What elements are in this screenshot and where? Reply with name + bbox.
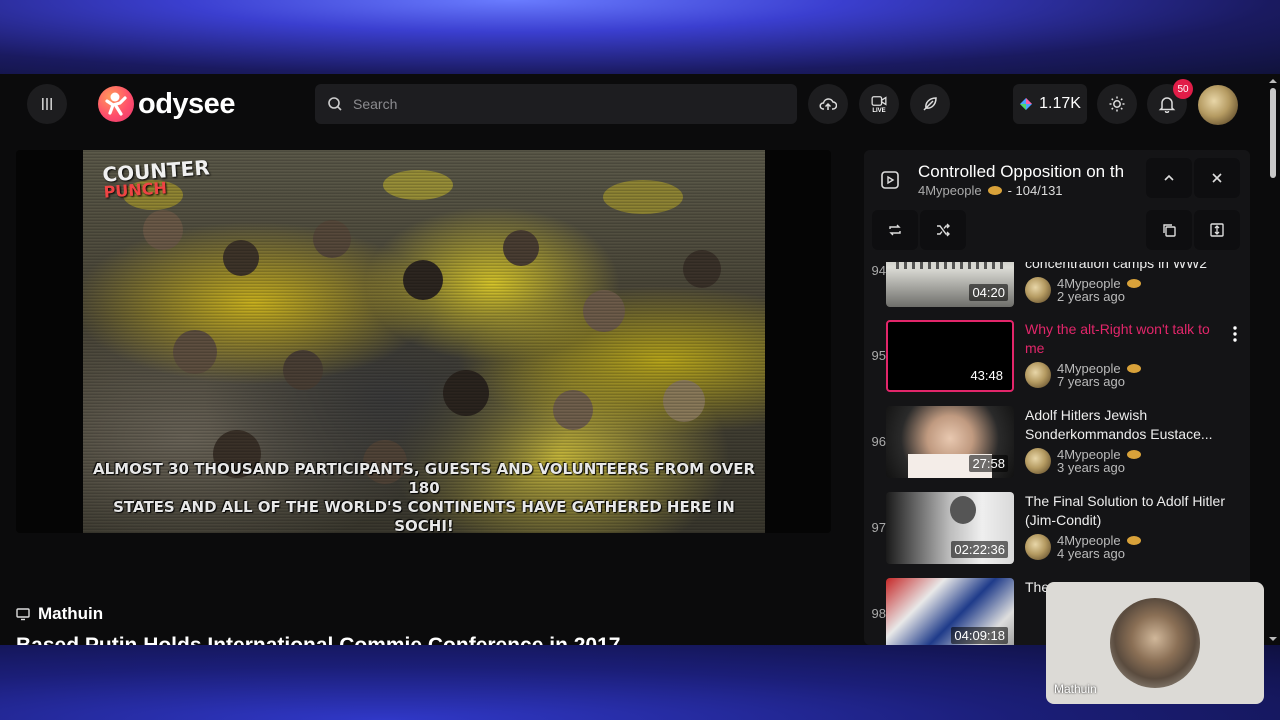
go-live-button[interactable]: LIVE xyxy=(859,84,899,124)
video-thumbnail[interactable]: 04:20 xyxy=(886,262,1014,307)
search-icon xyxy=(328,97,342,111)
more-options-icon[interactable] xyxy=(1229,324,1241,344)
playlist-item-title[interactable]: Adolf Hitlers Jewish Sonderkommandos Eus… xyxy=(1025,406,1225,444)
video-thumbnail[interactable]: 02:22:36 xyxy=(886,492,1014,564)
publish-post-button[interactable] xyxy=(910,84,950,124)
notification-count-badge: 50 xyxy=(1173,79,1193,99)
webcam-feed xyxy=(1110,598,1200,688)
channel-avatar[interactable] xyxy=(1025,362,1051,388)
webcam-name-label: Mathuin xyxy=(1054,682,1097,696)
theme-toggle-button[interactable] xyxy=(1097,84,1137,124)
video-title: Based Putin Holds International Commie C… xyxy=(16,634,620,645)
channel-avatar[interactable] xyxy=(1025,448,1051,474)
video-player[interactable]: COUNTER PUNCH ALMOST 30 THOUSAND PARTICI… xyxy=(16,150,831,533)
odysee-logo-icon xyxy=(98,86,134,122)
playlist-position: - 104/131 xyxy=(1007,183,1063,198)
video-thumbnail[interactable]: 04:09:18 xyxy=(886,578,1014,645)
bell-icon xyxy=(1158,97,1176,113)
odysee-logo[interactable]: odysee xyxy=(98,85,235,123)
user-avatar[interactable] xyxy=(1198,85,1238,125)
expand-playlist-button[interactable] xyxy=(1194,210,1240,250)
search-input[interactable] xyxy=(353,96,773,112)
creator-badge-icon xyxy=(1126,279,1141,288)
upload-button[interactable] xyxy=(808,84,848,124)
page-scrollbar[interactable] xyxy=(1266,74,1280,645)
shuffle-button[interactable] xyxy=(920,210,966,250)
loop-button[interactable] xyxy=(872,210,918,250)
playlist-item-title[interactable]: Actual Footage from German concentration… xyxy=(1025,262,1225,273)
live-label: LIVE xyxy=(872,107,886,114)
logo-text: odysee xyxy=(138,87,235,120)
creator-badge-icon xyxy=(987,186,1002,195)
copy-icon xyxy=(1163,224,1176,237)
close-icon xyxy=(1212,173,1222,183)
shuffle-icon xyxy=(937,223,950,237)
scroll-down-arrow-icon[interactable] xyxy=(1269,635,1277,643)
playlist-item-title[interactable]: Why the alt-Right won't talk to me xyxy=(1025,320,1225,358)
playlist-panel: Controlled Opposition on th 4Mypeople - … xyxy=(864,150,1250,645)
playlist-title[interactable]: Controlled Opposition on th xyxy=(918,162,1124,182)
browser-viewport: odysee LIVE 1.17K 50 xyxy=(0,74,1280,645)
playlist-subtitle: 4Mypeople - 104/131 xyxy=(918,183,1063,198)
creator-badge-icon xyxy=(1126,450,1141,459)
copy-playlist-button[interactable] xyxy=(1146,210,1192,250)
video-thumbnail[interactable]: 27:58 xyxy=(886,406,1014,478)
close-playlist-button[interactable] xyxy=(1194,158,1240,198)
channel-link[interactable]: Mathuin xyxy=(16,604,103,624)
menu-icon xyxy=(42,98,52,110)
playlist-item-title[interactable]: The Final Solution to Adolf Hitler (Jim-… xyxy=(1025,492,1225,530)
wallet-balance-button[interactable]: 1.17K xyxy=(1013,84,1087,124)
playlist-icon xyxy=(881,171,899,189)
sun-icon xyxy=(1109,96,1125,112)
site-header: odysee LIVE 1.17K 50 xyxy=(0,74,1266,136)
collapse-playlist-button[interactable] xyxy=(1146,158,1192,198)
channel-avatar[interactable] xyxy=(1025,277,1051,303)
channel-name: Mathuin xyxy=(38,604,104,623)
feather-icon xyxy=(923,97,937,111)
playlist-item[interactable]: 97 02:22:36 The Final Solution to Adolf … xyxy=(864,492,1250,572)
creator-badge-icon xyxy=(1126,536,1141,545)
tv-icon xyxy=(16,608,30,621)
chevron-up-icon xyxy=(1164,174,1174,181)
webcam-overlay: Mathuin xyxy=(1046,582,1264,704)
cloud-upload-icon xyxy=(819,98,837,110)
hamburger-menu-button[interactable] xyxy=(27,84,67,124)
creator-badge-icon xyxy=(1126,364,1141,373)
channel-avatar[interactable] xyxy=(1025,534,1051,560)
repeat-icon xyxy=(889,224,901,236)
video-camera-icon xyxy=(871,95,887,106)
expand-vertical-icon xyxy=(1210,223,1224,237)
lbc-credits-icon xyxy=(1020,98,1033,110)
credits-amount: 1.17K xyxy=(1039,95,1081,112)
playlist-item[interactable]: 94 04:20 Actual Footage from German conc… xyxy=(864,262,1250,315)
search-bar[interactable] xyxy=(315,84,797,124)
scrollbar-thumb[interactable] xyxy=(1270,88,1276,178)
playlist-item-current[interactable]: 95 43:48 Why the alt-Right won't talk to… xyxy=(864,320,1250,400)
counterpunch-watermark: COUNTER PUNCH xyxy=(101,155,211,202)
scroll-up-arrow-icon[interactable] xyxy=(1269,77,1277,85)
playlist-item[interactable]: 96 27:58 Adolf Hitlers Jewish Sonderkomm… xyxy=(864,406,1250,486)
video-frame[interactable]: COUNTER PUNCH ALMOST 30 THOUSAND PARTICI… xyxy=(83,150,765,533)
desktop-background-top xyxy=(0,0,1280,75)
video-subtitle-caption: ALMOST 30 THOUSAND PARTICIPANTS, GUESTS … xyxy=(92,460,756,533)
video-thumbnail[interactable]: 43:48 xyxy=(886,320,1014,392)
playlist-owner[interactable]: 4Mypeople xyxy=(918,183,982,198)
playlist-header: Controlled Opposition on th 4Mypeople - … xyxy=(864,150,1250,262)
